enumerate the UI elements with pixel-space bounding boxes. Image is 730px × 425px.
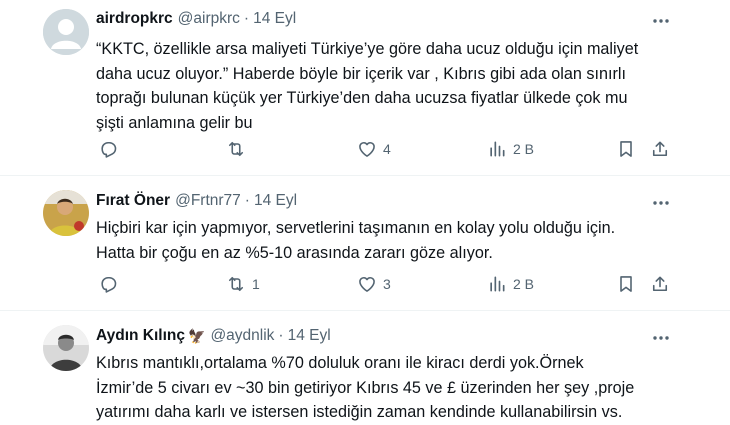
default-avatar-icon <box>43 9 89 55</box>
tweet-text: Hiçbiri kar için yapmıyor, servetlerini … <box>96 216 615 265</box>
views-button[interactable]: 2 B <box>487 274 534 294</box>
author-handle[interactable]: @Frtnr77 <box>175 192 241 210</box>
bookmark-icon <box>620 141 632 157</box>
profile-photo-icon <box>43 190 89 236</box>
share-button[interactable] <box>650 274 670 294</box>
views-button[interactable]: 2 B <box>487 139 534 159</box>
author-name[interactable]: Aydın Kılınç <box>96 327 185 345</box>
author-handle[interactable]: @airpkrc <box>178 10 240 28</box>
tweet-date[interactable]: 14 Eyl <box>288 327 331 345</box>
tweet-line: Kıbrıs mantıklı,ortalama %70 doluluk ora… <box>96 354 584 372</box>
reply-button[interactable] <box>98 139 124 159</box>
separator-dot: · <box>243 10 250 27</box>
views-chart-icon <box>490 141 505 157</box>
reply-button[interactable] <box>98 274 124 294</box>
tweet-airdropkrc[interactable]: airdropkrc @airpkrc · 14 Eyl “KKTC, özel… <box>0 0 730 180</box>
retweet-count: 1 <box>252 276 260 292</box>
tweet-line: toprağı bulunan küçük yer Türkiye’den da… <box>96 89 628 107</box>
like-button[interactable]: 4 <box>357 139 391 159</box>
more-dots-icon[interactable] <box>650 327 672 349</box>
retweet-icon <box>228 141 244 157</box>
bookmark-icon <box>620 276 632 292</box>
tweet-line: şişti anlamına gelir bu <box>96 113 253 132</box>
bookmark-button[interactable] <box>616 274 636 294</box>
avatar-default[interactable] <box>43 9 89 55</box>
retweet-button[interactable] <box>226 139 252 159</box>
tweet-line: daha ucuz oluyor.” Haberde böyle bir içe… <box>96 64 626 83</box>
heart-icon <box>359 276 375 292</box>
tweet-actions: 1 3 2 B <box>0 274 730 298</box>
separator-dot: · <box>244 192 250 209</box>
tweet-header: airdropkrc @airpkrc · 14 Eyl <box>96 10 296 28</box>
author-handle[interactable]: @aydnlik <box>210 327 274 345</box>
author-name[interactable]: airdropkrc <box>96 10 173 28</box>
tweet-text: “KKTC, özellikle arsa maliyeti Türkiye’y… <box>96 37 638 135</box>
tweet-date[interactable]: 14 Eyl <box>253 10 296 28</box>
author-name[interactable]: Fırat Öner <box>96 192 170 210</box>
views-chart-icon <box>490 276 505 292</box>
like-count: 3 <box>383 276 391 292</box>
views-count: 2 B <box>513 141 535 157</box>
tweet-line: İzmir’de 5 civarı ev ~30 bin getiriyor K… <box>96 378 635 397</box>
bookmark-button[interactable] <box>616 139 636 159</box>
more-dots-icon[interactable] <box>650 10 672 32</box>
reply-icon <box>101 141 117 158</box>
avatar-photo[interactable] <box>43 190 89 236</box>
tweet-line: Hatta bir çoğu en az %5-10 arasında zara… <box>96 243 493 262</box>
like-count: 4 <box>383 141 391 157</box>
tweet-line: “KKTC, özellikle arsa maliyeti Türkiye’y… <box>96 40 639 58</box>
tweet-line: Hiçbiri kar için yapmıyor, servetlerini … <box>96 219 616 237</box>
avatar-photo[interactable] <box>43 325 89 371</box>
reply-icon <box>101 276 117 293</box>
tweet-text: Kıbrıs mantıklı,ortalama %70 doluluk ora… <box>96 351 634 425</box>
separator-dot: · <box>278 327 284 344</box>
retweet-icon <box>228 276 244 292</box>
tweet-line: yatırımı daha karlı ve istersen istediği… <box>96 403 623 421</box>
share-icon <box>652 276 668 292</box>
tweet-aydnlik[interactable]: Aydın Kılınç 🦅 @aydnlik · 14 Eyl Kıbrıs … <box>0 311 730 421</box>
share-button[interactable] <box>650 139 670 159</box>
like-button[interactable]: 3 <box>357 274 391 294</box>
views-count: 2 B <box>513 276 535 292</box>
tweet-header: Fırat Öner @Frtnr77 · 14 Eyl <box>96 192 297 210</box>
tweet-header: Aydın Kılınç 🦅 @aydnlik · 14 Eyl <box>96 327 331 345</box>
more-dots-icon[interactable] <box>650 192 672 214</box>
retweet-button[interactable]: 1 <box>226 274 260 294</box>
share-icon <box>652 141 668 157</box>
heart-icon <box>359 141 375 157</box>
tweet-frtnr77[interactable]: Fırat Öner @Frtnr77 · 14 Eyl Hiçbiri kar… <box>0 176 730 316</box>
tweet-date[interactable]: 14 Eyl <box>254 192 297 210</box>
name-emoji: 🦅 <box>188 327 206 344</box>
profile-photo-icon <box>43 325 89 371</box>
tweet-actions: 4 2 B <box>0 139 730 163</box>
